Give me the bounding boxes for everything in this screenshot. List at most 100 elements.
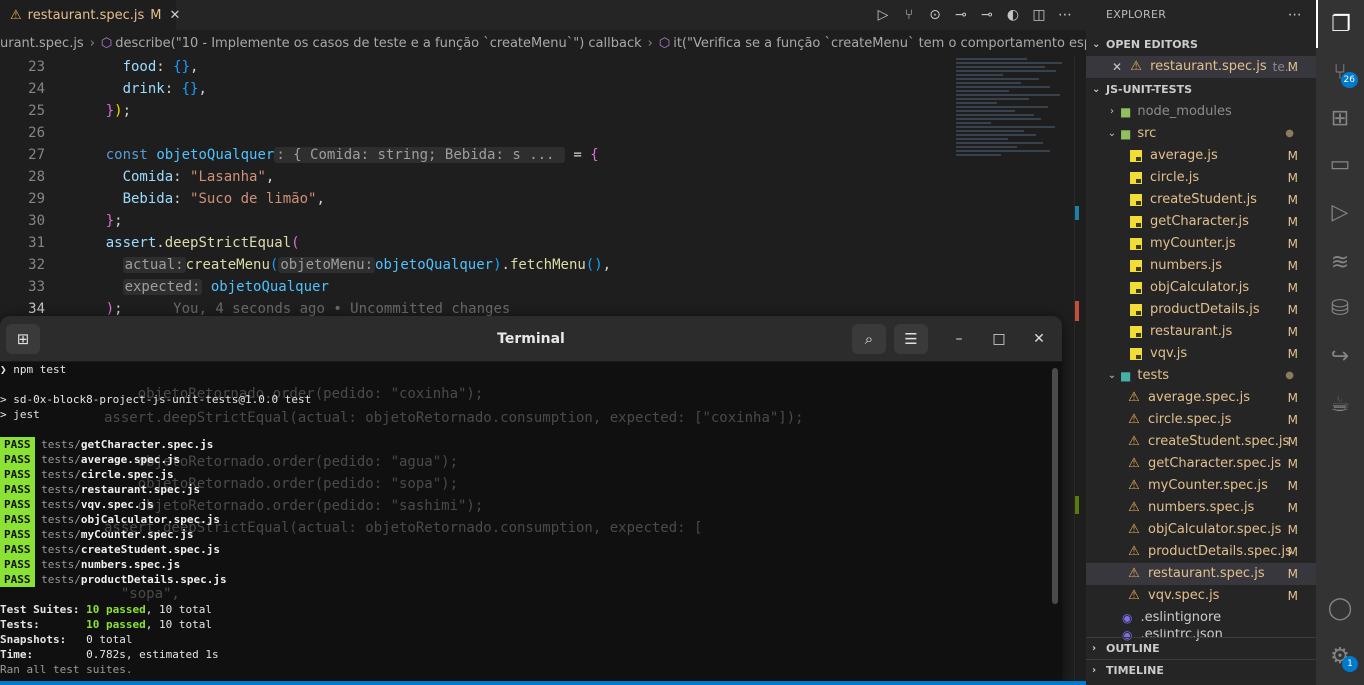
settings-badge: 1 <box>1342 656 1358 672</box>
file-item[interactable]: vqv.js M <box>1086 343 1316 365</box>
modified-badge: M <box>1287 149 1298 163</box>
param-inlay-hint: actual: <box>122 257 186 273</box>
modified-badge: M <box>1287 347 1298 361</box>
file-item[interactable]: average.js M <box>1086 145 1316 167</box>
modified-badge: M <box>1287 501 1298 515</box>
test-file: average.spec.js <box>80 453 181 466</box>
file-item[interactable]: getCharacter.js M <box>1086 211 1316 233</box>
scroll-change-marker <box>1075 301 1079 321</box>
code-token: ( <box>291 235 300 251</box>
minimap[interactable] <box>956 56 1074 206</box>
maximize-icon[interactable]: □ <box>987 327 1011 351</box>
git-commit-icon[interactable]: ⊙ <box>924 4 946 26</box>
breadcrumb-file[interactable]: urant.spec.js <box>0 36 84 51</box>
file-item[interactable]: ⚠ numbers.spec.js M <box>1086 497 1316 519</box>
run-debug-icon[interactable]: ▷ <box>1316 188 1364 236</box>
folder-src[interactable]: ⌄ ■ src ● <box>1086 123 1316 145</box>
minimap-line <box>956 90 1010 92</box>
previous-change-icon[interactable]: ⊸ <box>950 4 972 26</box>
file-item[interactable]: createStudent.js M <box>1086 189 1316 211</box>
symbol-method-icon: ⬡ <box>100 35 113 51</box>
file-item[interactable]: ⚠ getCharacter.spec.js M <box>1086 453 1316 475</box>
more-actions-icon[interactable]: ⋯ <box>1288 0 1302 30</box>
more-actions-icon[interactable]: ⋯ <box>1054 4 1076 26</box>
live-share-icon[interactable]: ↪ <box>1316 332 1364 380</box>
file-item[interactable]: circle.js M <box>1086 167 1316 189</box>
pass-badge: PASS <box>0 512 35 527</box>
summary-tests: Tests: 10 passed, 10 total <box>0 617 212 632</box>
folder-node-modules[interactable]: › ■ node_modules <box>1086 101 1316 123</box>
database-icon[interactable]: ⛁ <box>1316 284 1364 332</box>
minimap-line <box>956 142 1044 144</box>
minimap-line <box>956 122 992 124</box>
next-change-icon[interactable]: ⊸ <box>976 4 998 26</box>
menu-icon[interactable]: ☰ <box>894 324 928 354</box>
source-control-icon[interactable]: ⑂ 26 <box>1316 48 1364 96</box>
close-window-icon[interactable]: ✕ <box>1027 327 1051 351</box>
file-item[interactable]: ⚠ createStudent.spec.js M <box>1086 431 1316 453</box>
explorer-title: EXPLORER ⋯ <box>1086 0 1316 30</box>
file-item[interactable]: ⚠ circle.spec.js M <box>1086 409 1316 431</box>
editor-scrollbar[interactable] <box>1074 56 1086 685</box>
split-editor-icon[interactable]: ◫ <box>1028 4 1050 26</box>
timeline-section[interactable]: › TIMELINE <box>1086 659 1316 682</box>
workspace-section[interactable]: ⌄ JS-UNIT-TESTS <box>1086 79 1316 101</box>
folder-tests[interactable]: ⌄ ■ tests ● <box>1086 365 1316 387</box>
minimap-line <box>956 146 1018 148</box>
chevron-right-icon: › <box>647 35 653 51</box>
test-result-row: PASS tests/myCounter.spec.js <box>0 527 193 542</box>
file-item[interactable]: ⚠ average.spec.js M <box>1086 387 1316 409</box>
file-item[interactable]: restaurant.js M <box>1086 321 1316 343</box>
file-item[interactable]: objCalculator.js M <box>1086 277 1316 299</box>
explorer-icon[interactable]: ❐ <box>1316 0 1364 48</box>
timeline-header[interactable]: › TIMELINE <box>1086 660 1316 682</box>
search-icon[interactable]: ⌕ <box>852 324 886 354</box>
minimize-icon[interactable]: – <box>947 327 971 351</box>
close-icon[interactable]: ✕ <box>1112 56 1122 78</box>
open-editor-item[interactable]: ✕ ⚠ restaurant.spec.js te... M <box>1086 56 1316 78</box>
minimap-line <box>956 74 1004 76</box>
summary-label: Time: <box>0 648 34 661</box>
file-item[interactable]: ⚠ objCalculator.spec.js M <box>1086 519 1316 541</box>
file-item[interactable]: ⚠ vqv.spec.js M <box>1086 585 1316 607</box>
file-item[interactable]: ◉ .eslintignore <box>1086 607 1316 629</box>
test-file: productDetails.spec.js <box>80 573 227 586</box>
file-name: myCounter.spec.js <box>1148 478 1268 493</box>
minimap-line <box>956 150 1051 152</box>
outline-header[interactable]: › OUTLINE <box>1086 638 1316 660</box>
chevron-down-icon: ⌄ <box>1107 370 1117 381</box>
terminal-window[interactable]: ⊞ Terminal ⌕ ☰ – □ ✕ objetoRetornado.ord… <box>0 316 1062 685</box>
test-file-icon: ⚠ <box>1128 500 1140 515</box>
run-icon[interactable]: ▷ <box>872 4 894 26</box>
file-item[interactable]: productDetails.js M <box>1086 299 1316 321</box>
close-icon[interactable]: ✕ <box>169 8 180 23</box>
file-item[interactable]: myCounter.js M <box>1086 233 1316 255</box>
modified-badge: M <box>1287 413 1298 427</box>
terminal-output[interactable]: objetoRetornado.order(pedido: "coxinha")… <box>0 362 1062 685</box>
summary-suites: Test Suites: 10 passed, 10 total <box>0 602 212 617</box>
editor-tab-bar: ⚠ restaurant.spec.js M ✕ ▷ ⑂ ⊙ ⊸ ⊸ ◐ ◫ ⋯ <box>0 0 1086 30</box>
compare-changes-icon[interactable]: ⑂ <box>898 4 920 26</box>
open-editors-section[interactable]: ⌄ OPEN EDITORS <box>1086 34 1316 56</box>
coffee-icon[interactable]: ☕ <box>1316 380 1364 428</box>
tab-restaurant-spec[interactable]: ⚠ restaurant.spec.js M ✕ <box>0 0 180 30</box>
gear-icon[interactable]: ⚙ 1 <box>1316 632 1364 680</box>
outline-section[interactable]: › OUTLINE <box>1086 637 1316 660</box>
remote-explorer-icon[interactable]: ▭ <box>1316 140 1364 188</box>
extensions-icon[interactable]: ⊞ <box>1316 94 1364 142</box>
modified-badge: M <box>1287 325 1298 339</box>
docker-icon[interactable]: ≋ <box>1316 238 1364 286</box>
code-token: } <box>105 103 115 119</box>
activity-bar: ❐ ⑂ 26 ⊞ ▭ ▷ ≋ ⛁ ↪ ☕ ◯ ⚙ 1 <box>1316 0 1364 685</box>
breadcrumb-it[interactable]: it("Verifica se a função `createMenu` te… <box>673 36 1086 51</box>
toggle-blame-icon[interactable]: ◐ <box>1002 4 1024 26</box>
file-item-selected[interactable]: ⚠ restaurant.spec.js M <box>1086 563 1316 585</box>
file-item[interactable]: numbers.js M <box>1086 255 1316 277</box>
file-item[interactable]: ⚠ productDetails.spec.js M <box>1086 541 1316 563</box>
account-icon[interactable]: ◯ <box>1316 584 1364 632</box>
pass-badge: PASS <box>0 452 35 467</box>
file-name: getCharacter.js <box>1150 214 1249 229</box>
terminal-scrollbar[interactable] <box>1052 368 1058 604</box>
breadcrumb-describe[interactable]: describe("10 - Implemente os casos de te… <box>115 36 641 51</box>
file-item[interactable]: ⚠ myCounter.spec.js M <box>1086 475 1316 497</box>
